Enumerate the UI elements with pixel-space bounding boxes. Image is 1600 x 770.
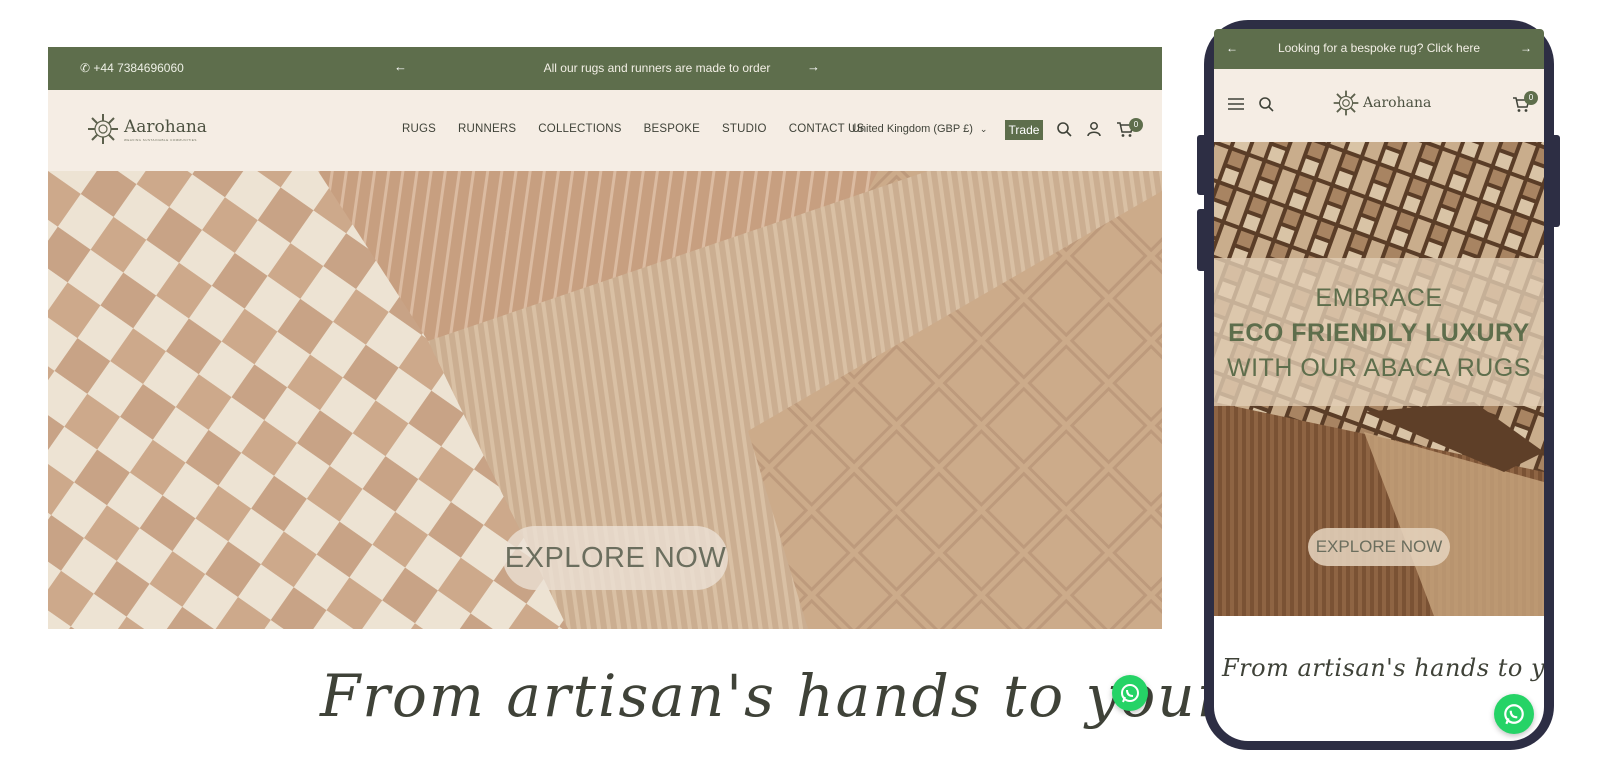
nav-item-rugs[interactable]: RUGS [402,123,436,135]
announcement-bar: ✆ +44 7384696060 ← All our rugs and runn… [48,47,1162,90]
mobile-logo-text: Aarohana [1363,95,1432,111]
mobile-preview: ← Looking for a bespoke rug? Click here … [1214,29,1544,741]
mobile-explore-now-button[interactable]: EXPLORE NOW [1308,528,1450,566]
arrow-right-icon[interactable]: → [807,59,820,74]
logo-text: Aarohana [124,116,207,137]
mandala-logo-icon [88,114,118,144]
mobile-hero-headline: EMBRACE ECO FRIENDLY LUXURY WITH OUR ABA… [1214,258,1544,406]
desktop-preview: ✆ +44 7384696060 ← All our rugs and runn… [48,47,1414,770]
trade-button[interactable]: Trade [1005,120,1043,140]
whatsapp-button[interactable] [1112,675,1148,711]
whatsapp-icon [1121,684,1139,703]
nav-item-runners[interactable]: RUNNERS [458,123,516,135]
search-icon[interactable] [1056,121,1072,142]
announcement-message[interactable]: All our rugs and runners are made to ord… [492,61,822,75]
menu-icon[interactable] [1228,97,1244,116]
nav-item-bespoke[interactable]: BESPOKE [644,123,700,135]
arrow-right-icon[interactable]: → [1520,41,1532,55]
mobile-tagline: From artisan's hands to your home [1222,654,1544,682]
nav-item-collections[interactable]: COLLECTIONS [538,123,621,135]
cart-count-badge: 0 [1129,118,1143,132]
main-nav: RUGS RUNNERS COLLECTIONS BESPOKE STUDIO … [402,123,864,135]
page: ✆ +44 7384696060 ← All our rugs and runn… [0,0,1600,770]
logo-subtext: WEAVING SUSTAINABLE COMMUNITIES [124,137,197,142]
hero-line-eco-friendly: ECO FRIENDLY LUXURY [1228,319,1530,347]
region-selector[interactable]: United Kingdom (GBP £) ⌄ [852,123,987,135]
hero-line-embrace: EMBRACE [1315,284,1443,312]
mobile-announcement-message[interactable]: Looking for a bespoke rug? Click here [1254,41,1504,55]
mobile-announcement-bar: ← Looking for a bespoke rug? Click here … [1214,29,1544,69]
search-icon[interactable] [1258,96,1274,117]
mobile-logo[interactable]: Aarohana [1332,89,1431,117]
site-header: Aarohana WEAVING SUSTAINABLE COMMUNITIES… [48,90,1162,171]
explore-now-button[interactable]: EXPLORE NOW [503,526,728,590]
phone-volume-up [1197,135,1207,195]
region-label: United Kingdom (GBP £) [852,123,973,135]
whatsapp-icon [1504,704,1524,725]
mobile-header: Aarohana 0 [1214,69,1544,142]
phone-volume-down [1197,209,1207,271]
mobile-whatsapp-button[interactable] [1494,694,1534,734]
hero-line-abaca: WITH OUR ABACA RUGS [1227,354,1531,382]
mobile-hero-banner[interactable]: EMBRACE ECO FRIENDLY LUXURY WITH OUR ABA… [1214,142,1544,616]
phone-power-button [1550,135,1560,227]
hero-banner[interactable]: EXPLORE NOW [48,171,1162,629]
chevron-down-icon: ⌄ [979,124,988,134]
account-icon[interactable] [1086,121,1102,142]
nav-item-studio[interactable]: STUDIO [722,123,767,135]
cart-count-badge: 0 [1524,91,1538,105]
phone-number[interactable]: ✆ +44 7384696060 [80,61,184,75]
logo[interactable]: Aarohana WEAVING SUSTAINABLE COMMUNITIES [86,112,207,146]
mandala-logo-icon [1333,90,1359,116]
arrow-left-icon[interactable]: ← [394,59,407,74]
arrow-left-icon[interactable]: ← [1226,41,1238,55]
